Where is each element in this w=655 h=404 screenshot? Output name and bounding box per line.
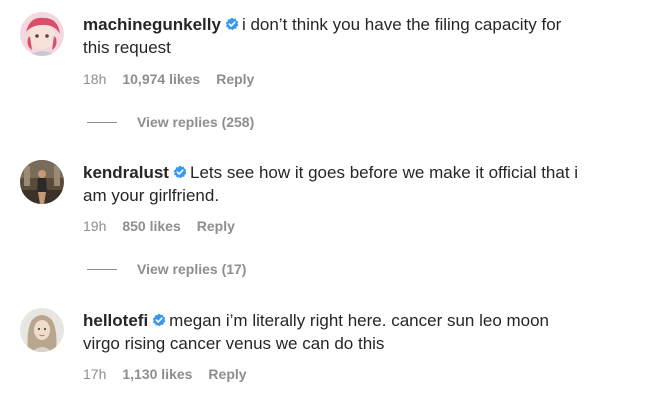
comment-time[interactable]: 17h: [83, 366, 106, 382]
avatar[interactable]: [20, 308, 64, 352]
view-replies-label: View replies (17): [137, 261, 247, 277]
avatar[interactable]: [20, 160, 64, 204]
comment-username[interactable]: kendralust: [83, 163, 169, 182]
reply-button[interactable]: Reply: [208, 366, 246, 382]
verified-badge-icon: [173, 165, 187, 179]
verified-badge-icon: [152, 313, 166, 327]
comment-meta: 18h 10,974 likes Reply: [83, 71, 270, 87]
comment-body: hellotefi megan i’m literally right here.…: [83, 309, 583, 355]
view-replies-label: View replies (258): [137, 114, 255, 130]
comment-time[interactable]: 19h: [83, 218, 106, 234]
comment-likes[interactable]: 850 likes: [122, 218, 180, 234]
comment-username[interactable]: machinegunkelly: [83, 15, 221, 34]
view-replies-button[interactable]: View replies (17): [87, 261, 246, 277]
avatar[interactable]: [20, 12, 64, 56]
comment-body: kendralust Lets see how it goes before we…: [83, 161, 583, 207]
comment-body: machinegunkelly i don’t think you have th…: [83, 13, 583, 59]
reply-button[interactable]: Reply: [197, 218, 235, 234]
comment-time[interactable]: 18h: [83, 71, 106, 87]
view-replies-button[interactable]: View replies (258): [87, 114, 254, 130]
replies-divider: [87, 121, 117, 123]
comment-likes[interactable]: 10,974 likes: [122, 71, 200, 87]
verified-badge-icon: [225, 17, 239, 31]
comment-meta: 19h 850 likes Reply: [83, 218, 251, 234]
comment-username[interactable]: hellotefi: [83, 311, 148, 330]
comment-meta: 17h 1,130 likes Reply: [83, 366, 263, 382]
reply-button[interactable]: Reply: [216, 71, 254, 87]
comment-likes[interactable]: 1,130 likes: [122, 366, 192, 382]
replies-divider: [87, 268, 117, 270]
